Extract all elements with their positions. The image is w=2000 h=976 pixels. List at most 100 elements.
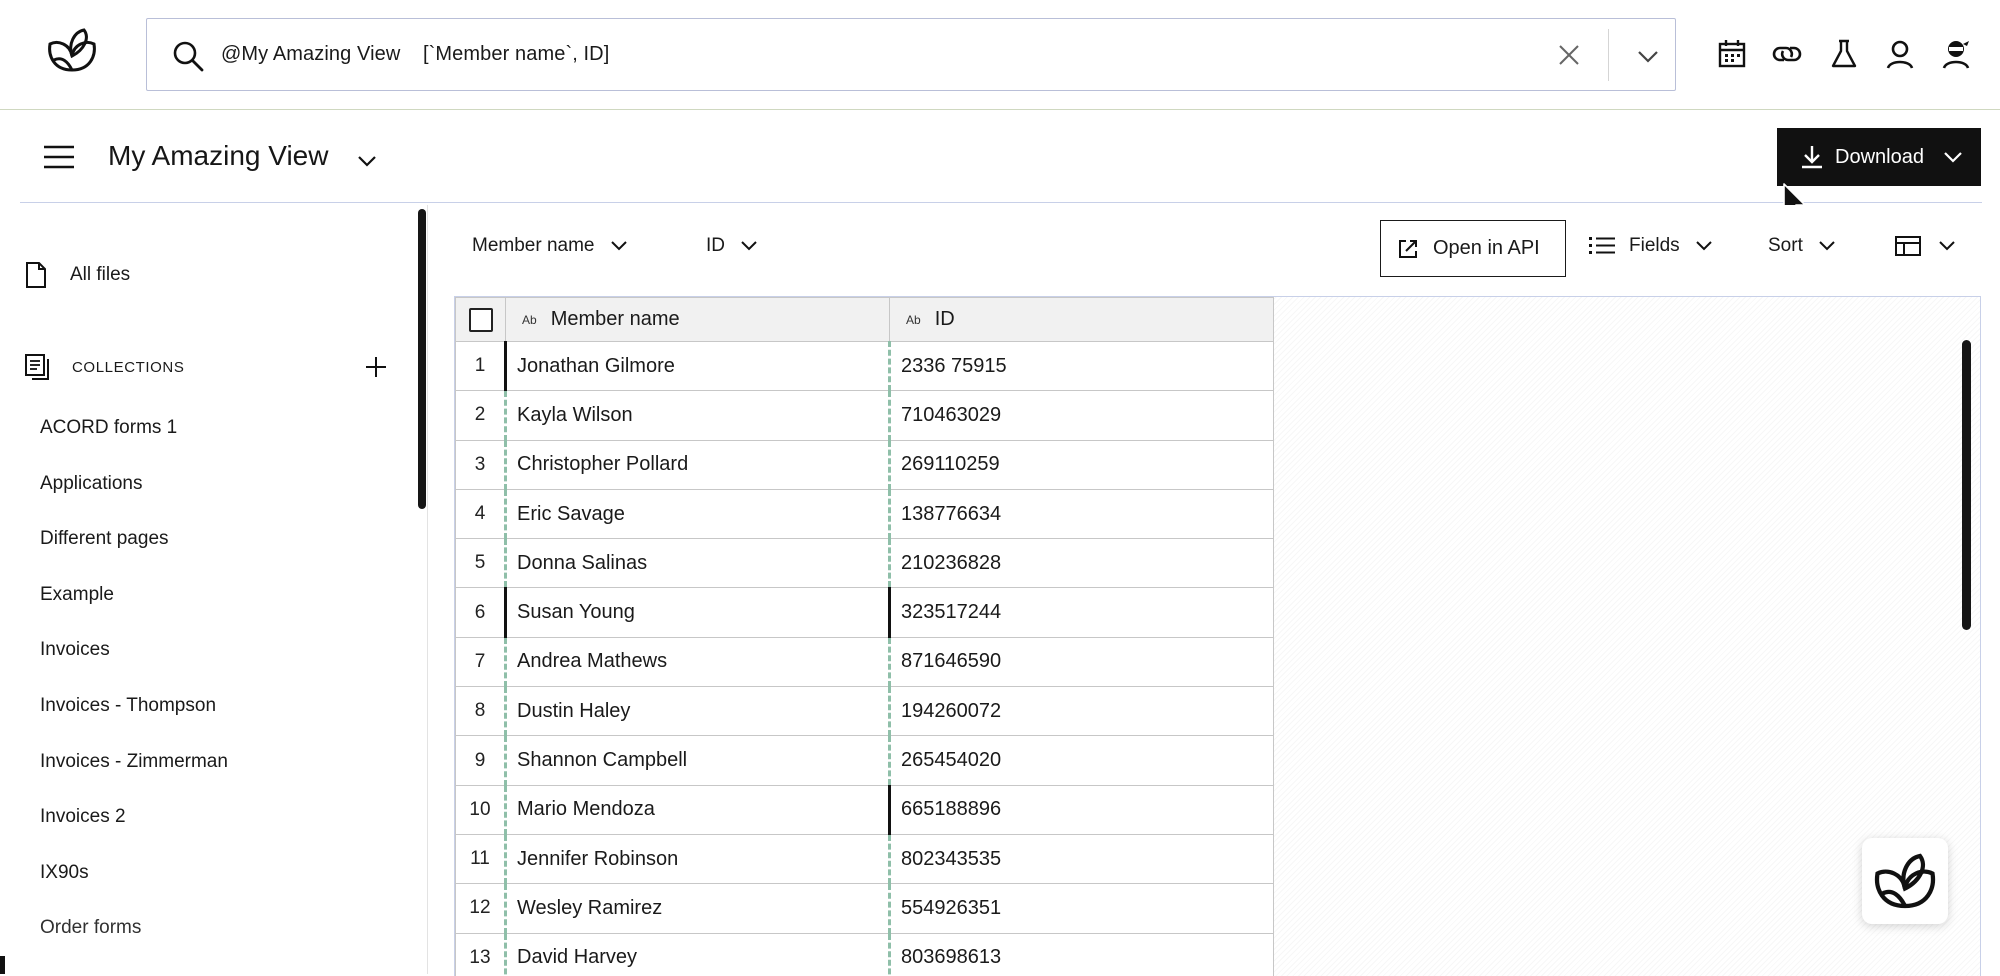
ninja-icon[interactable] <box>1940 38 1972 70</box>
user-icon[interactable] <box>1884 38 1916 70</box>
chevron-down-icon <box>1939 241 1955 251</box>
link-icon[interactable] <box>1771 38 1803 70</box>
filter-id[interactable]: ID <box>706 235 759 257</box>
row-number: 11 <box>455 833 506 885</box>
id-cell[interactable]: 802343535 <box>888 833 1274 885</box>
column-label: Member name <box>550 308 680 330</box>
table-row[interactable]: 5 Donna Salinas 210236828 <box>455 538 1274 589</box>
select-all-checkbox[interactable] <box>468 307 493 332</box>
row-number: 12 <box>455 883 506 934</box>
member-name-cell[interactable]: Wesley Ramirez <box>504 883 890 934</box>
table-layout-icon <box>1895 236 1921 256</box>
member-name-cell[interactable]: Jonathan Gilmore <box>504 340 890 392</box>
member-name-cell[interactable]: Andrea Mathews <box>504 636 890 688</box>
sidebar-item-collection[interactable]: IX90s <box>40 862 228 918</box>
flask-icon[interactable] <box>1828 38 1860 70</box>
member-name-cell[interactable]: Mario Mendoza <box>504 784 890 835</box>
id-cell[interactable]: 323517244 <box>888 587 1274 638</box>
row-number: 4 <box>455 488 506 540</box>
collections-label: COLLECTIONS <box>72 358 185 376</box>
id-cell[interactable]: 269110259 <box>888 439 1274 490</box>
sidebar-item-collection[interactable]: Invoices <box>40 639 228 695</box>
table-row[interactable]: 13 David Harvey 803698613 <box>455 932 1274 976</box>
sidebar-item-collection[interactable]: ACORD forms 1 <box>40 417 228 473</box>
fields-button[interactable]: Fields <box>1589 235 1714 257</box>
chevron-down-icon[interactable] <box>1635 43 1661 69</box>
sidebar: All files COLLECTIONS ACORD forms 1 Appl… <box>0 205 428 974</box>
table-row[interactable]: 11 Jennifer Robinson 802343535 <box>455 833 1274 885</box>
sidebar-item-collection[interactable]: Invoices - Thompson <box>40 695 228 751</box>
id-cell[interactable]: 210236828 <box>888 538 1274 589</box>
hamburger-menu-icon[interactable] <box>44 144 74 170</box>
id-cell[interactable]: 194260072 <box>888 686 1274 737</box>
top-bar: @My Amazing View [`Member name`, ID] <box>0 0 2000 110</box>
id-cell[interactable]: 803698613 <box>888 932 1274 976</box>
id-cell[interactable]: 138776634 <box>888 488 1274 540</box>
member-name-cell[interactable]: Shannon Campbell <box>504 735 890 786</box>
search-divider <box>1608 29 1609 81</box>
row-number: 10 <box>455 784 506 835</box>
table-row[interactable]: 12 Wesley Ramirez 554926351 <box>455 883 1274 934</box>
member-name-cell[interactable]: Kayla Wilson <box>504 390 890 441</box>
download-icon <box>1802 146 1822 169</box>
assistant-button[interactable] <box>1862 838 1948 924</box>
id-cell[interactable]: 665188896 <box>888 784 1274 835</box>
add-collection-icon[interactable] <box>364 355 388 379</box>
sidebar-scrollbar[interactable] <box>418 209 426 509</box>
row-number: 13 <box>455 932 506 976</box>
row-number: 3 <box>455 439 506 490</box>
id-cell[interactable]: 554926351 <box>888 883 1274 934</box>
member-name-cell[interactable]: Christopher Pollard <box>504 439 890 490</box>
member-name-cell[interactable]: Jennifer Robinson <box>504 833 890 885</box>
id-cell[interactable]: 2336 75915 <box>888 340 1274 392</box>
member-name-cell[interactable]: Susan Young <box>504 587 890 638</box>
table-row[interactable]: 8 Dustin Haley 194260072 <box>455 686 1274 737</box>
filter-member-name[interactable]: Member name <box>472 235 629 257</box>
column-header-member-name[interactable]: Ab Member name <box>505 297 890 342</box>
chevron-down-icon[interactable] <box>1942 146 1964 168</box>
calendar-icon[interactable] <box>1716 38 1748 70</box>
row-number: 1 <box>455 340 506 392</box>
close-icon[interactable] <box>1557 43 1581 67</box>
sort-button[interactable]: Sort <box>1768 235 1837 257</box>
table-row[interactable]: 7 Andrea Mathews 871646590 <box>455 636 1274 688</box>
table-scrollbar[interactable] <box>1962 340 1971 630</box>
sidebar-item-collection[interactable]: Applications <box>40 473 228 529</box>
sidebar-item-collection[interactable]: Example <box>40 584 228 640</box>
id-cell[interactable]: 265454020 <box>888 735 1274 786</box>
id-cell[interactable]: 871646590 <box>888 636 1274 688</box>
download-button[interactable]: Download <box>1777 128 1981 186</box>
table-row[interactable]: 9 Shannon Campbell 265454020 <box>455 735 1274 786</box>
logo-icon[interactable] <box>44 26 100 74</box>
id-cell[interactable]: 710463029 <box>888 390 1274 441</box>
text-type-icon: Ab <box>906 312 921 327</box>
row-number: 8 <box>455 686 506 737</box>
sidebar-item-all-files[interactable]: All files <box>24 261 130 289</box>
table-row[interactable]: 1 Jonathan Gilmore 2336 75915 <box>455 340 1274 392</box>
member-name-cell[interactable]: Eric Savage <box>504 488 890 540</box>
sidebar-item-collection[interactable]: Invoices 2 <box>40 806 228 862</box>
sidebar-item-collection[interactable]: Order forms <box>40 917 228 973</box>
member-name-cell[interactable]: Donna Salinas <box>504 538 890 589</box>
chevron-down-icon[interactable] <box>356 150 378 172</box>
chevron-down-icon <box>1695 241 1712 251</box>
collections-list: ACORD forms 1 Applications Different pag… <box>40 417 228 973</box>
table-row[interactable]: 2 Kayla Wilson 710463029 <box>455 390 1274 441</box>
table-row[interactable]: 10 Mario Mendoza 665188896 <box>455 784 1274 835</box>
layout-toggle-button[interactable] <box>1895 235 1957 257</box>
search-input[interactable]: @My Amazing View [`Member name`, ID] <box>221 43 609 66</box>
member-name-cell[interactable]: Dustin Haley <box>504 686 890 737</box>
open-in-api-button[interactable]: Open in API <box>1380 220 1566 277</box>
sidebar-item-collection[interactable]: Different pages <box>40 528 228 584</box>
table-row[interactable]: 4 Eric Savage 138776634 <box>455 488 1274 540</box>
search-bar[interactable]: @My Amazing View [`Member name`, ID] <box>146 18 1676 91</box>
member-name-cell[interactable]: David Harvey <box>504 932 890 976</box>
column-header-id[interactable]: Ab ID <box>889 297 1274 342</box>
download-label: Download <box>1835 145 1924 168</box>
fields-label: Fields <box>1629 235 1680 256</box>
collections-header: COLLECTIONS <box>24 353 394 381</box>
table-row[interactable]: 3 Christopher Pollard 269110259 <box>455 439 1274 490</box>
sidebar-item-collection[interactable]: Invoices - Zimmerman <box>40 751 228 807</box>
data-table-container: Ab Member name Ab ID 1 Jonathan Gilmore 23… <box>454 296 1981 976</box>
table-row[interactable]: 6 Susan Young 323517244 <box>455 587 1274 638</box>
